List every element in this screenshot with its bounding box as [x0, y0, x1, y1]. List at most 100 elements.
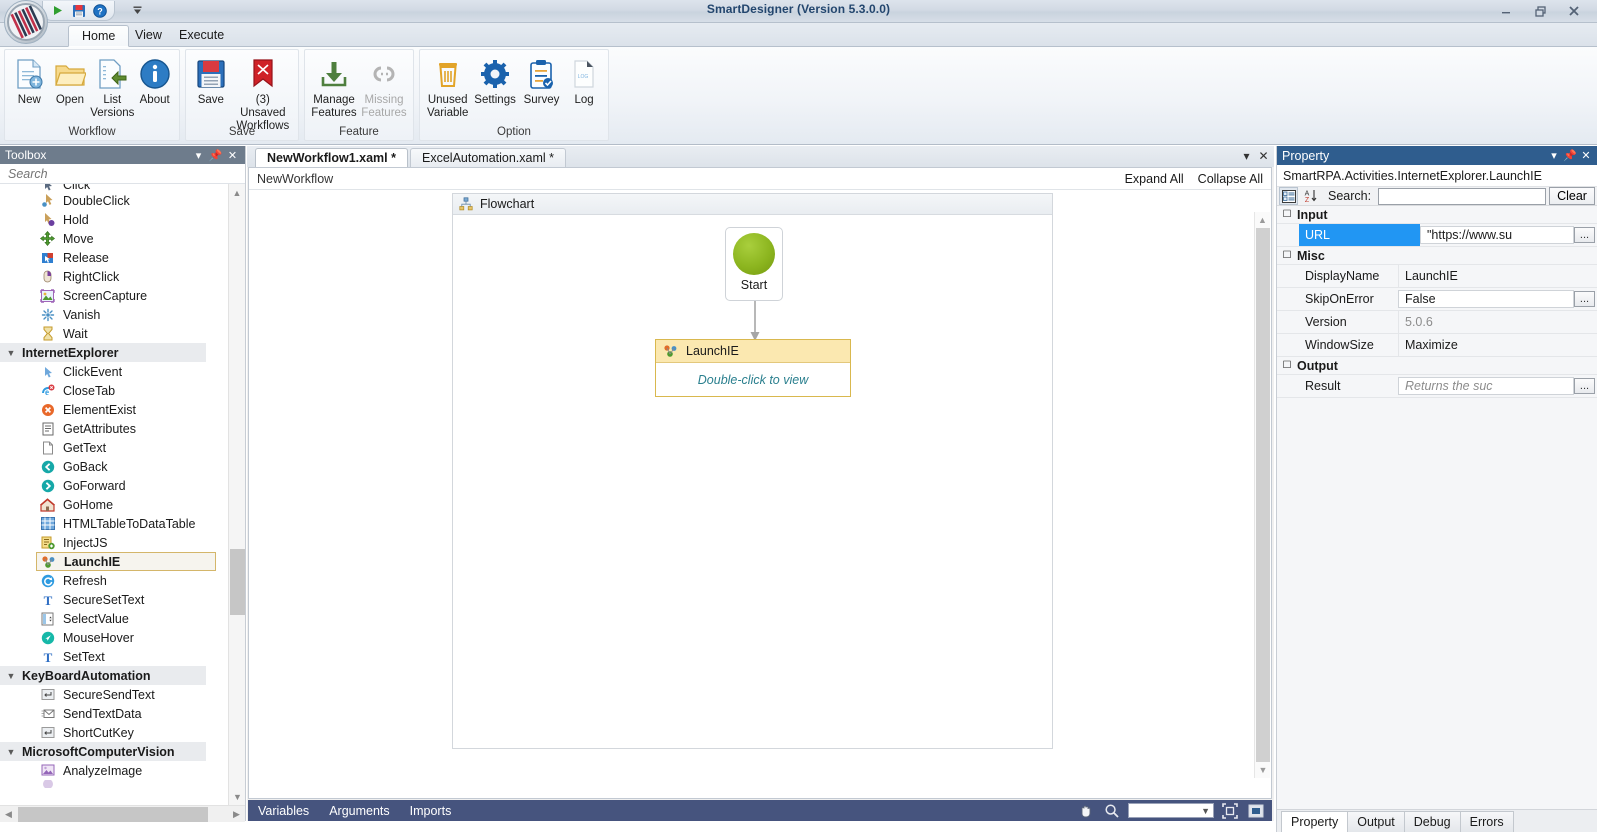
- flowchart-container[interactable]: Flowchart Start LaunchIE Double-click to…: [452, 193, 1053, 749]
- variables-button[interactable]: Variables: [248, 804, 319, 818]
- property-value[interactable]: Maximize: [1398, 334, 1597, 356]
- missing-features-button[interactable]: Missing Features: [359, 52, 409, 120]
- list-item[interactable]: GoHome: [0, 495, 228, 514]
- property-value[interactable]: LaunchIE: [1398, 265, 1597, 287]
- search-input[interactable]: [6, 165, 239, 182]
- unsaved-workflows-button[interactable]: (3) Unsaved Workflows: [232, 52, 294, 133]
- property-category-misc[interactable]: ☐ Misc: [1277, 247, 1597, 265]
- list-item[interactable]: InjectJS: [0, 533, 228, 552]
- survey-button[interactable]: Survey: [519, 52, 564, 107]
- close-button[interactable]: [1557, 1, 1591, 21]
- tab-excelautomation[interactable]: ExcelAutomation.xaml *: [410, 148, 567, 167]
- save-button[interactable]: Save: [190, 52, 232, 107]
- pan-hand-icon[interactable]: [1076, 802, 1096, 820]
- start-node[interactable]: Start: [725, 227, 783, 301]
- toolbox-horizontal-scrollbar[interactable]: ◀ ▶: [0, 805, 245, 822]
- property-row-displayname[interactable]: DisplayName LaunchIE: [1277, 265, 1597, 288]
- scroll-down-arrow-icon[interactable]: ▼: [1255, 762, 1271, 778]
- property-value[interactable]: False: [1398, 290, 1574, 308]
- workflow-canvas[interactable]: Flowchart Start LaunchIE Double-click to…: [249, 190, 1254, 778]
- close-icon[interactable]: ✕: [1578, 149, 1594, 162]
- categorized-view-icon[interactable]: [1279, 187, 1298, 205]
- toolbox-group-microsoftcomputervision[interactable]: ▼ MicrosoftComputerVision: [0, 742, 206, 761]
- list-item[interactable]: HTMLTableToDataTable: [0, 514, 228, 533]
- property-row-windowsize[interactable]: WindowSize Maximize: [1277, 334, 1597, 357]
- collapse-box-icon[interactable]: ☐: [1277, 250, 1297, 261]
- list-item[interactable]: DoubleClick: [0, 191, 228, 210]
- settings-button[interactable]: Settings: [471, 52, 518, 107]
- chevron-down-icon[interactable]: ▾: [190, 149, 207, 162]
- list-item[interactable]: e CloseTab: [0, 381, 228, 400]
- scroll-down-arrow-icon[interactable]: ▼: [229, 788, 246, 805]
- zoom-level-combo[interactable]: ▼: [1128, 803, 1214, 818]
- minimize-button[interactable]: [1489, 1, 1523, 21]
- sidebar-item-launchie[interactable]: LaunchIE: [36, 552, 216, 571]
- scrollbar-thumb[interactable]: [18, 807, 208, 822]
- list-item[interactable]: GoForward: [0, 476, 228, 495]
- property-search-field[interactable]: [1379, 188, 1545, 204]
- list-item[interactable]: SendTextData: [0, 704, 228, 723]
- log-button[interactable]: LOG Log: [564, 52, 604, 107]
- activity-node-body[interactable]: Double-click to view: [656, 363, 850, 396]
- maximize-restore-button[interactable]: [1523, 1, 1557, 21]
- tab-output[interactable]: Output: [1347, 811, 1405, 832]
- property-search-input[interactable]: [1378, 187, 1546, 205]
- ribbon-tab-home[interactable]: Home: [68, 25, 130, 47]
- property-row-url[interactable]: URL "https://www.su ...: [1277, 224, 1597, 247]
- list-item[interactable]: GetAttributes: [0, 419, 228, 438]
- list-item[interactable]: Refresh: [0, 571, 228, 590]
- list-item[interactable]: ShortCutKey: [0, 723, 228, 742]
- close-icon[interactable]: ✕: [224, 149, 241, 162]
- chevron-down-icon[interactable]: ▼: [1201, 806, 1210, 816]
- collapse-all-link[interactable]: Collapse All: [1198, 172, 1263, 186]
- unused-variable-button[interactable]: Unused Variable: [424, 52, 471, 120]
- list-item[interactable]: ClickEvent: [0, 362, 228, 381]
- toolbox-group-keyboardautomation[interactable]: ▼ KeyBoardAutomation: [0, 666, 206, 685]
- list-item[interactable]: T SecureSetText: [0, 590, 228, 609]
- list-item[interactable]: Wait: [0, 324, 228, 343]
- list-item[interactable]: RightClick: [0, 267, 228, 286]
- list-item[interactable]: GetText: [0, 438, 228, 457]
- tab-errors[interactable]: Errors: [1459, 811, 1514, 832]
- scrollbar-thumb[interactable]: [1256, 228, 1270, 762]
- property-category-input[interactable]: ☐ Input: [1277, 206, 1597, 224]
- property-value[interactable]: Returns the suc: [1398, 377, 1574, 395]
- scrollbar-thumb[interactable]: [230, 549, 245, 615]
- scroll-up-arrow-icon[interactable]: ▲: [1255, 212, 1270, 228]
- property-row-result[interactable]: Result Returns the suc ...: [1277, 375, 1597, 398]
- tab-property[interactable]: Property: [1281, 811, 1349, 832]
- list-item[interactable]: ElementExist: [0, 400, 228, 419]
- scroll-up-arrow-icon[interactable]: ▲: [229, 184, 245, 201]
- property-category-output[interactable]: ☐ Output: [1277, 357, 1597, 375]
- breadcrumb[interactable]: NewWorkflow: [257, 172, 1111, 186]
- tab-debug[interactable]: Debug: [1403, 811, 1461, 832]
- about-button[interactable]: About: [134, 52, 175, 107]
- list-item[interactable]: Move: [0, 229, 228, 248]
- list-item[interactable]: SelectValue: [0, 609, 228, 628]
- list-item[interactable]: T SetText: [0, 647, 228, 666]
- pin-icon[interactable]: 📌: [1562, 149, 1578, 162]
- list-item[interactable]: AnalyzeImage: [0, 761, 228, 780]
- arguments-button[interactable]: Arguments: [319, 804, 399, 818]
- chevron-down-icon[interactable]: ▾: [1240, 149, 1253, 163]
- list-versions-button[interactable]: List Versions: [90, 52, 134, 120]
- chevron-down-icon[interactable]: ▾: [1546, 149, 1562, 162]
- list-item[interactable]: GoBack: [0, 457, 228, 476]
- ellipsis-button[interactable]: ...: [1574, 378, 1595, 394]
- toolbox-vertical-scrollbar[interactable]: ▲ ▼: [228, 184, 245, 805]
- fit-to-screen-icon[interactable]: [1220, 802, 1240, 820]
- app-logo[interactable]: [4, 0, 48, 44]
- scroll-right-arrow-icon[interactable]: ▶: [228, 806, 245, 823]
- list-item[interactable]: Hold: [0, 210, 228, 229]
- collapse-box-icon[interactable]: ☐: [1277, 360, 1297, 371]
- reset-zoom-icon[interactable]: [1246, 802, 1266, 820]
- toolbox-search[interactable]: [0, 164, 245, 184]
- ellipsis-button[interactable]: ...: [1574, 291, 1595, 307]
- collapse-box-icon[interactable]: ☐: [1277, 209, 1297, 220]
- property-row-skiponerror[interactable]: SkipOnError False ...: [1277, 288, 1597, 311]
- open-button[interactable]: Open: [50, 52, 91, 107]
- activity-node-launchie[interactable]: LaunchIE Double-click to view: [655, 339, 851, 397]
- list-item[interactable]: Vanish: [0, 305, 228, 324]
- ribbon-tab-execute[interactable]: Execute: [166, 25, 237, 47]
- pin-icon[interactable]: 📌: [207, 149, 224, 162]
